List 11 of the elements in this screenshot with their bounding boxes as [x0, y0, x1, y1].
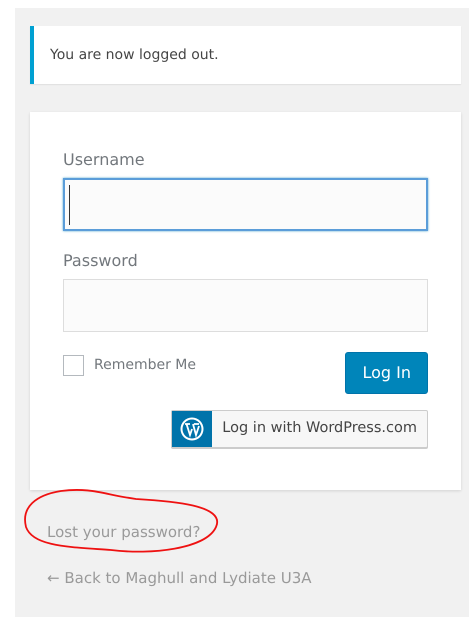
wordpress-login-button[interactable]: Log in with WordPress.com [171, 410, 428, 448]
checkbox-label: Remember Me [94, 356, 196, 375]
notice-text: You are now logged out. [50, 46, 219, 64]
wordpress-logo-icon [172, 411, 212, 447]
text-cursor [69, 184, 70, 224]
field-label: Username [63, 149, 146, 171]
login-button[interactable]: Log In [345, 352, 428, 394]
checkbox[interactable] [63, 355, 84, 376]
field-label: Password [63, 250, 139, 272]
footer-link[interactable]: ← Back to Maghull and Lydiate U3A [47, 569, 312, 587]
input-field[interactable] [63, 178, 428, 231]
